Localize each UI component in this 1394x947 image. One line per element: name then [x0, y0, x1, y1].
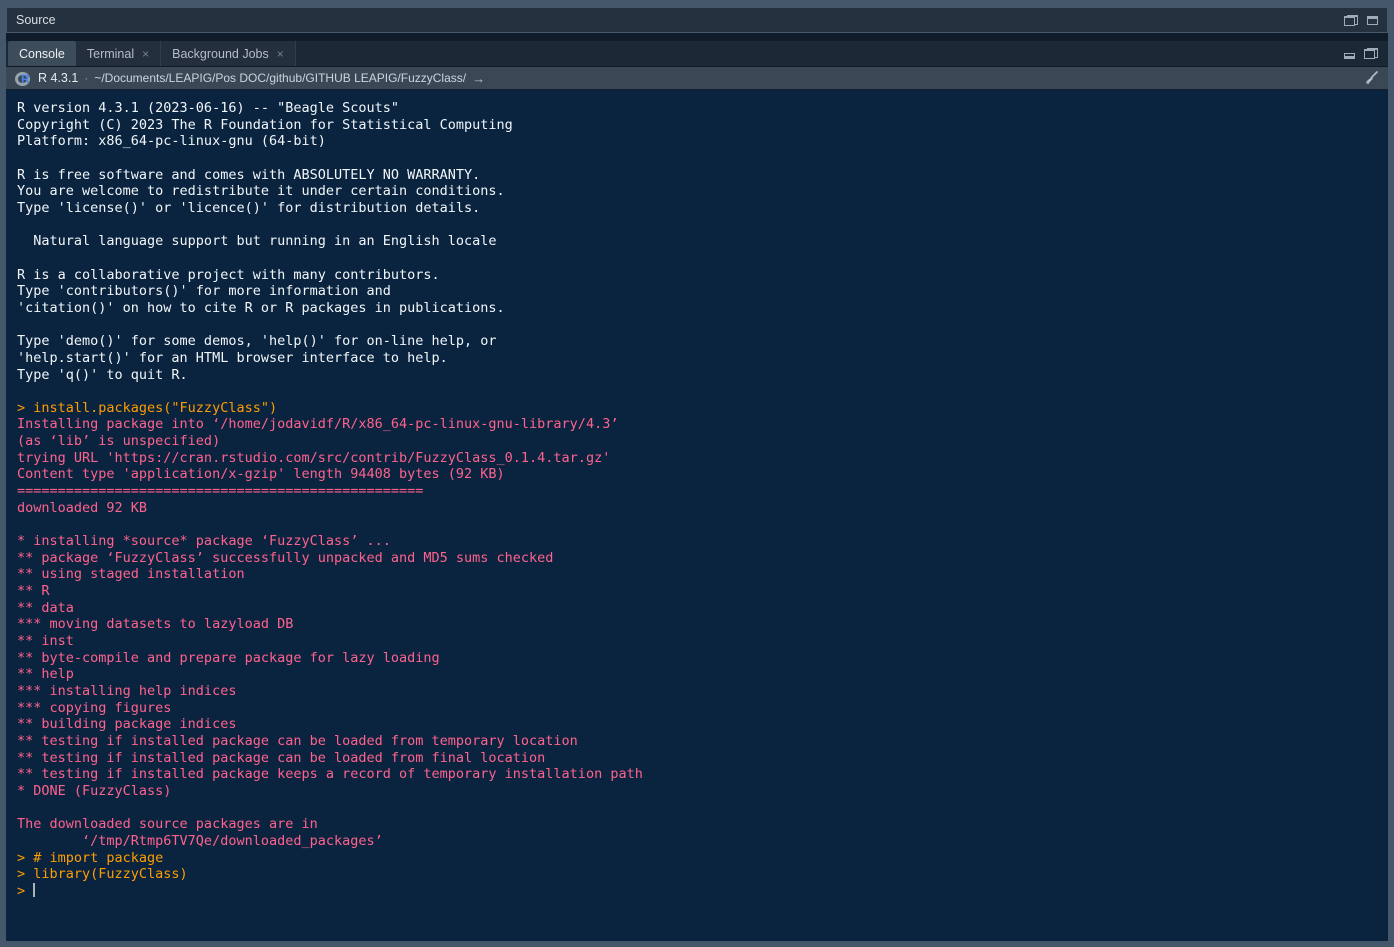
console-pane: Console Terminal × Background Jobs × R R…	[6, 41, 1388, 941]
minimize-window-icon[interactable]	[1344, 53, 1355, 59]
pane-divider	[6, 33, 1388, 41]
console-line: ** byte-compile and prepare package for …	[17, 650, 1388, 667]
console-line: * installing *source* package ‘FuzzyClas…	[17, 533, 1388, 550]
restore-window-icon[interactable]	[1364, 48, 1378, 59]
console-line: ========================================…	[17, 483, 1388, 500]
source-pane-window-controls	[1344, 15, 1378, 26]
console-line: Copyright (C) 2023 The R Foundation for …	[17, 117, 1388, 134]
console-line	[17, 250, 1388, 267]
console-line: *** copying figures	[17, 700, 1388, 717]
console-line: trying URL 'https://cran.rstudio.com/src…	[17, 450, 1388, 467]
console-tabbar: Console Terminal × Background Jobs ×	[6, 41, 1388, 67]
console-line: ** package ‘FuzzyClass’ successfully unp…	[17, 550, 1388, 567]
console-line: Type 'contributors()' for more informati…	[17, 283, 1388, 300]
console-line: Platform: x86_64-pc-linux-gnu (64-bit)	[17, 133, 1388, 150]
console-line: ** help	[17, 666, 1388, 683]
tab-terminal[interactable]: Terminal ×	[76, 41, 161, 66]
console-line: 'citation()' on how to cite R or R packa…	[17, 300, 1388, 317]
maximize-window-icon[interactable]	[1367, 16, 1378, 25]
console-line	[17, 800, 1388, 817]
console-line: Content type 'application/x-gzip' length…	[17, 466, 1388, 483]
console-line	[17, 150, 1388, 167]
console-line: Natural language support but running in …	[17, 233, 1388, 250]
console-line: ** testing if installed package can be l…	[17, 733, 1388, 750]
console-line: ** using staged installation	[17, 566, 1388, 583]
source-pane-title: Source	[16, 13, 56, 27]
console-line: Type 'demo()' for some demos, 'help()' f…	[17, 333, 1388, 350]
restore-window-icon[interactable]	[1344, 15, 1358, 26]
text-cursor	[33, 883, 35, 897]
console-line: ** testing if installed package can be l…	[17, 750, 1388, 767]
console-line: downloaded 92 KB	[17, 500, 1388, 517]
source-pane-header: Source	[6, 7, 1388, 33]
tab-background-jobs[interactable]: Background Jobs ×	[161, 41, 296, 66]
console-line: > # import package	[17, 850, 1388, 867]
r-logo-icon: R	[15, 70, 32, 87]
console-line: > library(FuzzyClass)	[17, 866, 1388, 883]
console-line: 'help.start()' for an HTML browser inter…	[17, 350, 1388, 367]
clear-console-broom-icon[interactable]	[1363, 70, 1379, 86]
close-icon[interactable]: ×	[277, 48, 284, 60]
console-line: *** moving datasets to lazyload DB	[17, 616, 1388, 633]
console-line	[17, 217, 1388, 234]
console-line: ** inst	[17, 633, 1388, 650]
console-line: R is free software and comes with ABSOLU…	[17, 167, 1388, 184]
console-line	[17, 516, 1388, 533]
working-directory-path[interactable]: ~/Documents/LEAPIG/Pos DOC/github/GITHUB…	[94, 71, 466, 85]
console-line: R version 4.3.1 (2023-06-16) -- "Beagle …	[17, 100, 1388, 117]
console-line	[17, 317, 1388, 334]
close-icon[interactable]: ×	[142, 48, 149, 60]
console-line: ** R	[17, 583, 1388, 600]
console-line: The downloaded source packages are in	[17, 816, 1388, 833]
tab-console-label: Console	[19, 47, 65, 61]
console-line: (as ‘lib’ is unspecified)	[17, 433, 1388, 450]
console-line: R is a collaborative project with many c…	[17, 267, 1388, 284]
console-line: * DONE (FuzzyClass)	[17, 783, 1388, 800]
console-toolbar: R R 4.3.1 · ~/Documents/LEAPIG/Pos DOC/g…	[6, 67, 1388, 90]
console-line: Installing package into ‘/home/jodavidf/…	[17, 416, 1388, 433]
console-pane-window-controls	[1344, 41, 1388, 66]
console-line: ** building package indices	[17, 716, 1388, 733]
console-line: >	[17, 883, 1388, 900]
tab-console[interactable]: Console	[8, 41, 76, 66]
console-line: ** testing if installed package keeps a …	[17, 766, 1388, 783]
r-version-label[interactable]: R 4.3.1	[38, 71, 78, 85]
console-line: *** installing help indices	[17, 683, 1388, 700]
console-output[interactable]: R version 4.3.1 (2023-06-16) -- "Beagle …	[6, 90, 1388, 941]
separator-dot: ·	[84, 71, 88, 85]
console-line: ‘/tmp/Rtmp6TV7Qe/downloaded_packages’	[17, 833, 1388, 850]
console-line: > install.packages("FuzzyClass")	[17, 400, 1388, 417]
console-line: Type 'q()' to quit R.	[17, 367, 1388, 384]
console-line: Type 'license()' or 'licence()' for dist…	[17, 200, 1388, 217]
goto-directory-arrow-icon[interactable]: →	[472, 71, 485, 86]
tab-terminal-label: Terminal	[87, 47, 134, 61]
console-line	[17, 383, 1388, 400]
console-line: ** data	[17, 600, 1388, 617]
console-line: You are welcome to redistribute it under…	[17, 183, 1388, 200]
tab-background-jobs-label: Background Jobs	[172, 47, 269, 61]
